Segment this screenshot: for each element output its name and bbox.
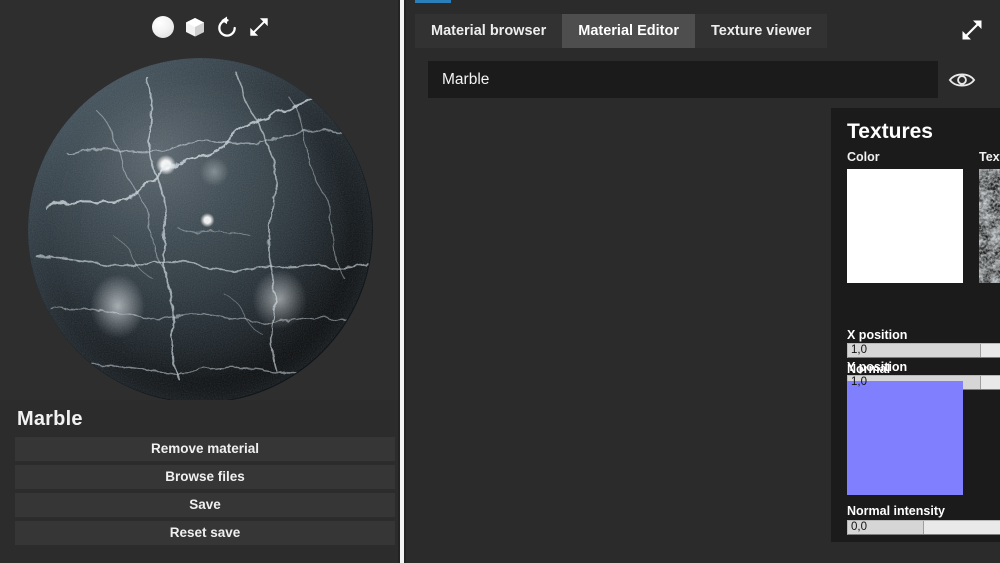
left-panel: Marble Remove material Browse files Save… [0,0,398,563]
expand-icon[interactable] [246,14,272,40]
tab-material-editor[interactable]: Material Editor [562,14,695,48]
normal-intensity-label: Normal intensity [847,504,1000,519]
textures-title: Textures [847,120,1000,144]
normal-intensity-value: 0,0 [851,521,867,534]
left-panel-footer: Marble Remove material Browse files Save… [0,400,398,563]
rotate-icon[interactable] [214,14,240,40]
material-title: Marble [17,408,83,431]
textures-card: Textures Color Texture [831,108,1000,542]
texture-slot-grid: Color Texture [845,150,1000,326]
sphere-preview-icon[interactable] [150,14,176,40]
color-map-thumbnail[interactable] [847,169,963,283]
material-preview-sphere[interactable] [28,58,373,400]
tab-texture-viewer[interactable]: Texture viewer [695,14,827,48]
y-position-value: 1,0 [851,376,867,389]
expand-icon[interactable] [958,16,986,44]
x-position-field: X position 1,0 [847,328,1000,358]
material-actions: Remove material Browse files Save Reset … [15,437,395,549]
remove-material-button[interactable]: Remove material [15,437,395,461]
x-position-value: 1,0 [851,344,867,357]
x-position-label: X position [847,328,1000,343]
material-name-input[interactable] [428,61,938,98]
material-name-row [428,61,986,98]
texture-slot-texture[interactable]: Texture [979,150,1000,283]
save-button[interactable]: Save [15,493,395,517]
material-editor-window: Marble Remove material Browse files Save… [0,0,1000,563]
accent-bar [415,0,451,3]
normal-intensity-row: Normal intensity 0,0 [847,504,1000,536]
texture-slot-label: Texture [979,150,1000,164]
browse-files-button[interactable]: Browse files [15,465,395,489]
texture-slot-label: Color [847,150,963,164]
eye-icon[interactable] [938,61,986,98]
texture-map-thumbnail[interactable] [979,169,1000,283]
sphere-rim-shadow [28,58,373,400]
right-panel: Material browser Material Editor Texture… [406,0,1000,563]
cube-preview-icon[interactable] [182,14,208,40]
texture-slot-color[interactable]: Color [847,150,963,283]
x-position-slider[interactable]: 1,0 [847,343,1000,358]
viewport-toolbar [150,14,272,40]
preview-viewport[interactable] [0,0,398,400]
reset-save-button[interactable]: Reset save [15,521,395,545]
normal-map-thumbnail[interactable] [847,381,963,495]
panel-splitter[interactable] [400,0,404,563]
normal-intensity-slider[interactable]: 0,0 [847,520,1000,535]
tab-bar: Material browser Material Editor Texture… [415,14,827,48]
normal-label: Normal [847,362,963,377]
tab-material-browser[interactable]: Material browser [415,14,562,48]
